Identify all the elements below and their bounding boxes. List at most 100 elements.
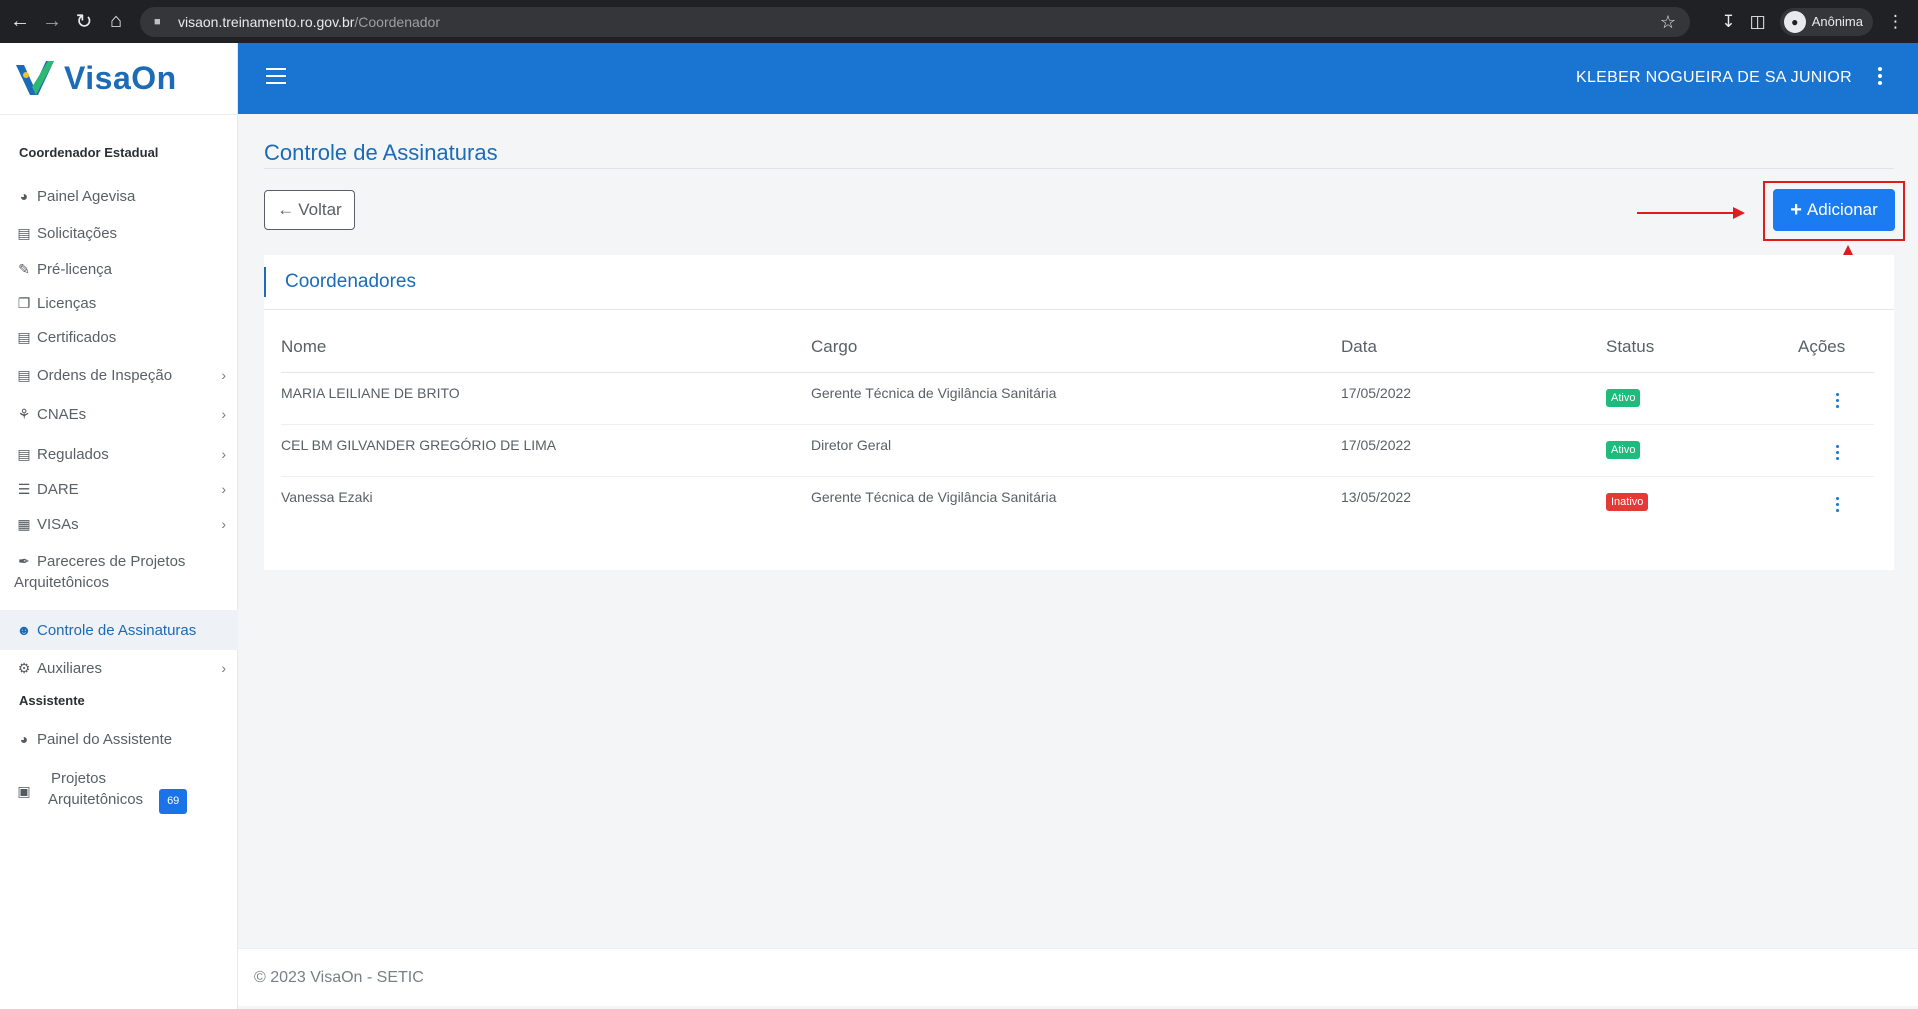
sidebar-item-pre-licenca[interactable]: ✎ Pré-licença (0, 254, 238, 284)
column-header-nome[interactable]: Nome (281, 337, 326, 357)
column-header-cargo[interactable]: Cargo (811, 337, 857, 357)
sidebar-item-regulados[interactable]: ▤ Regulados › (0, 439, 238, 469)
side-panel-icon[interactable]: ◫ (1750, 12, 1766, 32)
reload-icon[interactable]: ↻ (68, 0, 100, 43)
card-title-accent (264, 267, 266, 297)
cell-nome: MARIA LEILIANE DE BRITO (281, 385, 460, 401)
title-divider (264, 168, 1894, 169)
sidebar-item-solicitacoes[interactable]: ▤ Solicitações (0, 218, 238, 248)
chevron-right-icon: › (221, 406, 226, 422)
cell-data: 17/05/2022 (1341, 385, 1412, 401)
row-actions-icon[interactable] (1836, 497, 1839, 512)
footer-text: © 2023 VisaOn - SETIC (254, 969, 424, 986)
logo-text: VisaOn (64, 60, 177, 96)
blueprint-icon: ▣ (17, 782, 31, 799)
arrow-left-icon: ← (277, 200, 295, 219)
sidebar-item-painel-agevisa[interactable]: ◕ Painel Agevisa (0, 181, 238, 211)
sidebar-item-auxiliares[interactable]: ⚙ Auxiliares › (0, 653, 238, 683)
hamburger-menu-icon[interactable] (266, 68, 286, 84)
section-title-assistente: Assistente (19, 693, 85, 708)
chevron-right-icon: › (221, 367, 226, 383)
footer: © 2023 VisaOn - SETIC (238, 948, 1918, 1006)
back-arrow-icon[interactable]: ← (4, 0, 36, 43)
annotation-arrow-right (1637, 207, 1745, 219)
projects-count-badge: 69 (159, 789, 188, 814)
incognito-icon: ● (1783, 10, 1806, 33)
coordinators-card: Coordenadores Nome Cargo Data Status Açõ… (264, 255, 1894, 570)
sidebar: VisaOn Coordenador Estadual ◕ Painel Agev… (0, 43, 238, 1009)
logo[interactable]: VisaOn (0, 43, 237, 115)
file-icon: ▤ (17, 445, 31, 462)
browser-menu-icon[interactable]: ⋮ (1887, 12, 1904, 32)
dashboard-icon: ◕ (19, 731, 29, 747)
coordinators-table: Nome Cargo Data Status Ações MARIA LEILI… (281, 325, 1874, 529)
cell-cargo: Diretor Geral (811, 437, 892, 453)
sidebar-item-controle-assinaturas[interactable]: ☻ Controle de Assinaturas (0, 610, 238, 650)
cell-nome: CEL BM GILVANDER GREGÓRIO DE LIMA (281, 437, 557, 453)
row-actions-icon[interactable] (1836, 445, 1839, 460)
building-icon: ▦ (17, 515, 31, 532)
column-header-data[interactable]: Data (1341, 337, 1377, 357)
url-host: visaon.treinamento.ro.gov.br (178, 14, 355, 30)
lock-icon: ■ (154, 16, 161, 28)
certificate-icon: ▤ (17, 328, 31, 345)
download-icon[interactable]: ↧ (1721, 12, 1735, 32)
sidebar-item-visas[interactable]: ▦ VISAs › (0, 509, 238, 539)
sidebar-item-projetos-arquitetonicos[interactable]: ▣ Projetos Arquitetônicos 69 (0, 766, 238, 816)
dashboard-icon: ◕ (19, 188, 29, 204)
user-menu-icon[interactable] (1878, 67, 1882, 85)
document-icon: ▤ (17, 366, 31, 383)
page-title: Controle de Assinaturas (264, 140, 498, 165)
sidebar-item-painel-assistente[interactable]: ◕ Painel do Assistente (0, 724, 238, 754)
sidebar-item-certificados[interactable]: ▤ Certificados (0, 322, 238, 352)
row-actions-icon[interactable] (1836, 393, 1839, 408)
status-badge: Ativo (1606, 441, 1641, 459)
copy-icon: ❐ (17, 294, 31, 311)
profile-label: Anônima (1811, 14, 1863, 29)
app-header: KLEBER NOGUEIRA DE SA JUNIOR (238, 43, 1918, 114)
feather-icon: ✒ (18, 553, 30, 569)
home-icon[interactable]: ⌂ (100, 0, 132, 43)
column-header-status[interactable]: Status (1606, 337, 1654, 357)
gears-icon: ⚙ (17, 659, 31, 676)
status-badge: Ativo (1606, 389, 1641, 407)
chevron-right-icon: › (221, 660, 226, 676)
profile-button[interactable]: ● Anônima (1779, 7, 1873, 36)
user-name[interactable]: KLEBER NOGUEIRA DE SA JUNIOR (1576, 69, 1852, 87)
cell-data: 17/05/2022 (1341, 437, 1412, 453)
forward-arrow-icon[interactable]: → (36, 0, 68, 43)
cell-cargo: Gerente Técnica de Vigilância Sanitária (811, 385, 1057, 401)
sidebar-item-ordens-inspecao[interactable]: ▤ Ordens de Inspeção › (0, 360, 238, 390)
table-row: Vanessa Ezaki Gerente Técnica de Vigilân… (281, 477, 1874, 529)
chevron-right-icon: › (221, 446, 226, 462)
status-badge: Inativo (1606, 493, 1649, 511)
users-icon: ☻ (16, 622, 32, 638)
clipboard-icon: ▤ (17, 224, 31, 241)
back-button[interactable]: ← Voltar (264, 190, 355, 230)
table-row: MARIA LEILIANE DE BRITO Gerente Técnica … (281, 373, 1874, 425)
sitemap-icon: ⚘ (17, 405, 31, 422)
sidebar-item-cnaes[interactable]: ⚘ CNAEs › (0, 399, 238, 429)
add-button[interactable]: + Adicionar (1773, 189, 1895, 231)
card-title: Coordenadores (285, 271, 416, 292)
chevron-right-icon: › (221, 481, 226, 497)
url-path: /Coordenador (354, 14, 441, 30)
cell-nome: Vanessa Ezaki (281, 489, 373, 505)
visaon-logo-icon (16, 60, 54, 95)
address-bar[interactable]: ■ visaon.treinamento.ro.gov.br/Coordenad… (140, 7, 1690, 37)
section-title-coordenador: Coordenador Estadual (19, 145, 159, 160)
sidebar-item-pareceres[interactable]: ✒ Pareceres de Projetos Arquitetônicos (0, 545, 238, 601)
column-header-acoes: Ações (1798, 337, 1846, 356)
table-row: CEL BM GILVANDER GREGÓRIO DE LIMA Direto… (281, 425, 1874, 477)
cell-cargo: Gerente Técnica de Vigilância Sanitária (811, 489, 1057, 505)
browser-toolbar: ← → ↻ ⌂ ■ visaon.treinamento.ro.gov.br/C… (0, 0, 1918, 43)
sidebar-item-dare[interactable]: ☰ DARE › (0, 474, 238, 504)
plus-icon: + (1790, 198, 1802, 221)
chevron-right-icon: › (221, 516, 226, 532)
cell-data: 13/05/2022 (1341, 489, 1412, 505)
table-header: Nome Cargo Data Status Ações (281, 325, 1874, 373)
barcode-icon: ☰ (17, 480, 31, 497)
edit-doc-icon: ✎ (18, 260, 30, 277)
star-icon[interactable]: ☆ (1660, 12, 1676, 33)
sidebar-item-licencas[interactable]: ❐ Licenças (0, 288, 238, 318)
